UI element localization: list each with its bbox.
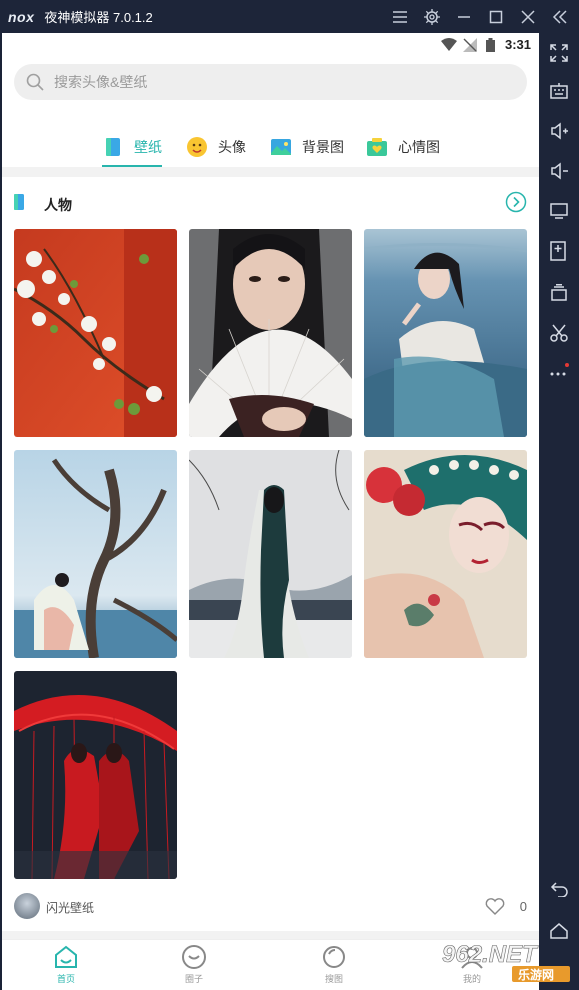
- background-icon: [271, 139, 291, 155]
- no-signal-icon: [463, 38, 477, 57]
- status-time: 3:31: [504, 37, 531, 52]
- search-image-icon: [323, 946, 345, 968]
- search-icon: [26, 73, 44, 91]
- maximize-icon[interactable]: [487, 8, 505, 26]
- smile-circle-icon: [182, 945, 206, 969]
- tab-background[interactable]: 背景图: [270, 127, 344, 167]
- tab-label: 心情图: [398, 139, 440, 155]
- avatar-icon: [187, 137, 207, 157]
- search-input[interactable]: [54, 74, 474, 90]
- wallpaper-thumbnail[interactable]: [364, 229, 527, 437]
- nav-search-image[interactable]: 搜图: [304, 944, 364, 990]
- multi-window-icon[interactable]: [549, 283, 569, 303]
- watermark-subtext: 乐游网: [518, 967, 554, 982]
- close-icon[interactable]: [519, 8, 537, 26]
- more-icon[interactable]: [549, 361, 569, 381]
- mood-icon: [367, 138, 387, 156]
- phone-screen: 3:31 壁纸 头像 背景图 心情图 人物: [2, 33, 539, 990]
- wallpaper-thumbnail[interactable]: [14, 450, 177, 658]
- wallpaper-thumbnail[interactable]: [189, 229, 352, 437]
- home-icon[interactable]: [549, 921, 569, 941]
- tab-wallpaper[interactable]: 壁纸: [102, 127, 162, 167]
- screen-icon[interactable]: [549, 201, 569, 221]
- apk-install-icon[interactable]: [549, 241, 569, 261]
- wallpaper-icon: [106, 138, 120, 156]
- watermark-logo: 962.NET 乐游网: [442, 941, 570, 982]
- nav-label: 圈子: [184, 974, 203, 984]
- settings-icon[interactable]: [423, 8, 441, 26]
- fullscreen-icon[interactable]: [549, 43, 569, 63]
- nox-logo: nox: [8, 8, 35, 25]
- emulator-titlebar: nox 夜神模拟器 7.0.1.2: [0, 0, 579, 33]
- tab-label: 壁纸: [134, 139, 162, 155]
- section-title: 人物: [44, 197, 72, 213]
- menu-icon[interactable]: [391, 8, 409, 26]
- avatar[interactable]: [14, 893, 40, 919]
- wallpaper-thumbnail[interactable]: [189, 450, 352, 658]
- search-bar[interactable]: [14, 64, 527, 100]
- volume-up-icon[interactable]: [549, 121, 569, 141]
- wifi-icon: [441, 38, 457, 56]
- keyboard-icon[interactable]: [549, 81, 569, 101]
- status-bar: 3:31: [2, 33, 539, 57]
- wallpaper-thumbnail[interactable]: [364, 450, 527, 658]
- minimize-icon[interactable]: [455, 8, 473, 26]
- arrow-right-circle-icon[interactable]: [505, 191, 527, 213]
- like-count: 0: [519, 899, 527, 914]
- nav-label: 搜图: [324, 974, 343, 984]
- back-icon[interactable]: [549, 879, 569, 899]
- volume-down-icon[interactable]: [549, 161, 569, 181]
- tab-avatar[interactable]: 头像: [186, 127, 246, 167]
- bottom-divider: [2, 931, 539, 939]
- home-icon: [55, 945, 77, 968]
- section-header: 人物: [14, 189, 527, 217]
- window-title: 夜神模拟器 7.0.1.2: [44, 10, 153, 25]
- wallpaper-thumbnail[interactable]: [14, 229, 177, 437]
- nav-circle[interactable]: 圈子: [164, 944, 224, 990]
- emulator-toolbar: [539, 33, 579, 990]
- tab-mood[interactable]: 心情图: [366, 127, 440, 167]
- collapse-icon[interactable]: [551, 8, 569, 26]
- nav-label: 首页: [56, 974, 75, 984]
- tab-label: 背景图: [302, 139, 344, 155]
- category-icon: [14, 194, 24, 210]
- nav-home[interactable]: 首页: [36, 944, 96, 990]
- watermark-text: 962.NET: [442, 941, 539, 968]
- wallpaper-thumbnail[interactable]: [14, 671, 177, 879]
- section-divider: [2, 167, 539, 177]
- tab-label: 头像: [218, 139, 246, 155]
- scissors-icon[interactable]: [549, 323, 569, 343]
- category-tabs: 壁纸 头像 背景图 心情图: [2, 127, 539, 167]
- heart-icon[interactable]: [485, 897, 505, 915]
- author-row: 闪光壁纸 0: [14, 893, 527, 921]
- author-name[interactable]: 闪光壁纸: [46, 899, 94, 916]
- battery-icon: [486, 38, 495, 57]
